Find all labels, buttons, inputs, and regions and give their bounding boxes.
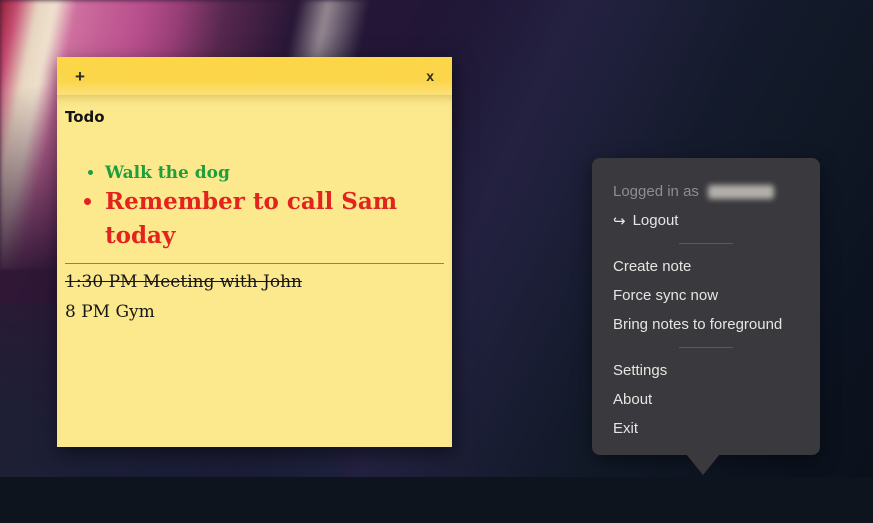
menu-item-bring-to-foreground[interactable]: Bring notes to foreground bbox=[613, 310, 820, 339]
note-bullet-list: Walk the dog Remember to call Sam today bbox=[65, 161, 444, 253]
menu-item-about[interactable]: About bbox=[613, 385, 820, 414]
desktop: + x Todo Walk the dog Remember to call S… bbox=[0, 0, 873, 523]
logout-arrow-icon: ↪ bbox=[613, 212, 626, 230]
sticky-note-content[interactable]: Todo Walk the dog Remember to call Sam t… bbox=[57, 95, 452, 447]
menu-separator bbox=[592, 235, 820, 252]
menu-pointer-tail bbox=[686, 454, 720, 475]
tray-context-menu: Logged in as ↪ Logout Create note Force … bbox=[592, 158, 820, 455]
logout-label: Logout bbox=[632, 212, 679, 229]
sticky-note-titlebar[interactable]: + x bbox=[57, 57, 452, 95]
menu-item-settings[interactable]: Settings bbox=[613, 356, 820, 385]
note-divider bbox=[65, 263, 444, 264]
note-title: Todo bbox=[65, 108, 105, 126]
note-list-item: Walk the dog bbox=[105, 161, 444, 185]
taskbar: Nov 16 12:13 bbox=[0, 477, 873, 523]
username-redacted bbox=[707, 184, 774, 199]
note-schedule-line: 1:30 PM Meeting with John bbox=[65, 272, 302, 292]
add-note-button[interactable]: + bbox=[75, 68, 85, 85]
sticky-note-window: + x Todo Walk the dog Remember to call S… bbox=[57, 57, 452, 447]
logged-in-label: Logged in as bbox=[613, 183, 699, 200]
menu-item-exit[interactable]: Exit bbox=[613, 414, 820, 443]
note-schedule-line: 8 PM Gym bbox=[65, 302, 155, 322]
logged-in-status: Logged in as bbox=[613, 177, 820, 206]
menu-item-logout[interactable]: ↪ Logout bbox=[613, 206, 820, 235]
menu-item-create-note[interactable]: Create note bbox=[613, 252, 820, 281]
menu-item-force-sync[interactable]: Force sync now bbox=[613, 281, 820, 310]
close-note-button[interactable]: x bbox=[426, 69, 434, 83]
menu-separator bbox=[592, 339, 820, 356]
note-list-item: Remember to call Sam today bbox=[105, 185, 444, 253]
